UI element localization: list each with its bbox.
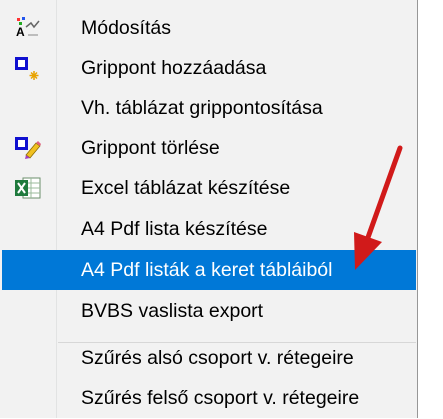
context-menu: A Módosítás Grippont hozzáadása Vh. tábl… [0, 0, 418, 418]
menu-item-szures-felso[interactable]: Szűrés felső csoport v. rétegeire [2, 378, 416, 418]
menu-item-vh-tablazat-grippontositasa[interactable]: Vh. táblázat grippontosítása [2, 88, 416, 128]
menu-item-label: A4 Pdf lista készítése [81, 218, 268, 240]
menu-item-label: Szűrés alsó csoport v. rétegeire [81, 347, 354, 369]
menu-item-a4-pdf-listak-keret[interactable]: A4 Pdf listák a keret tábláiból [2, 250, 416, 290]
delete-point-icon [14, 135, 42, 161]
menu-item-a4-pdf-lista[interactable]: A4 Pdf lista készítése [2, 209, 416, 249]
menu-item-bvbs-export[interactable]: BVBS vaslista export [2, 291, 416, 331]
menu-item-label: Excel táblázat készítése [81, 177, 291, 199]
menu-item-modositas[interactable]: A Módosítás [2, 8, 416, 48]
menu-item-label: A4 Pdf listák a keret tábláiból [81, 259, 333, 281]
menu-item-label: Módosítás [81, 17, 171, 39]
menu-item-szures-also[interactable]: Szűrés alsó csoport v. rétegeire [2, 338, 416, 378]
menu-item-label: BVBS vaslista export [81, 300, 264, 322]
excel-icon [14, 175, 42, 201]
screenshot-canvas: A Módosítás Grippont hozzáadása Vh. tábl… [0, 0, 443, 419]
menu-item-label: Grippont hozzáadása [81, 57, 267, 79]
add-point-icon [14, 55, 42, 81]
menu-item-label: Szűrés felső csoport v. rétegeire [81, 387, 360, 409]
menu-item-grippont-torlese[interactable]: Grippont törlése [2, 128, 416, 168]
menu-item-excel-tablazat[interactable]: Excel táblázat készítése [2, 168, 416, 208]
menu-item-label: Grippont törlése [81, 137, 220, 159]
menu-item-label: Vh. táblázat grippontosítása [81, 97, 323, 119]
edit-icon: A [14, 15, 42, 41]
menu-item-grippont-hozzaadasa[interactable]: Grippont hozzáadása [2, 48, 416, 88]
svg-text:A: A [16, 25, 25, 39]
